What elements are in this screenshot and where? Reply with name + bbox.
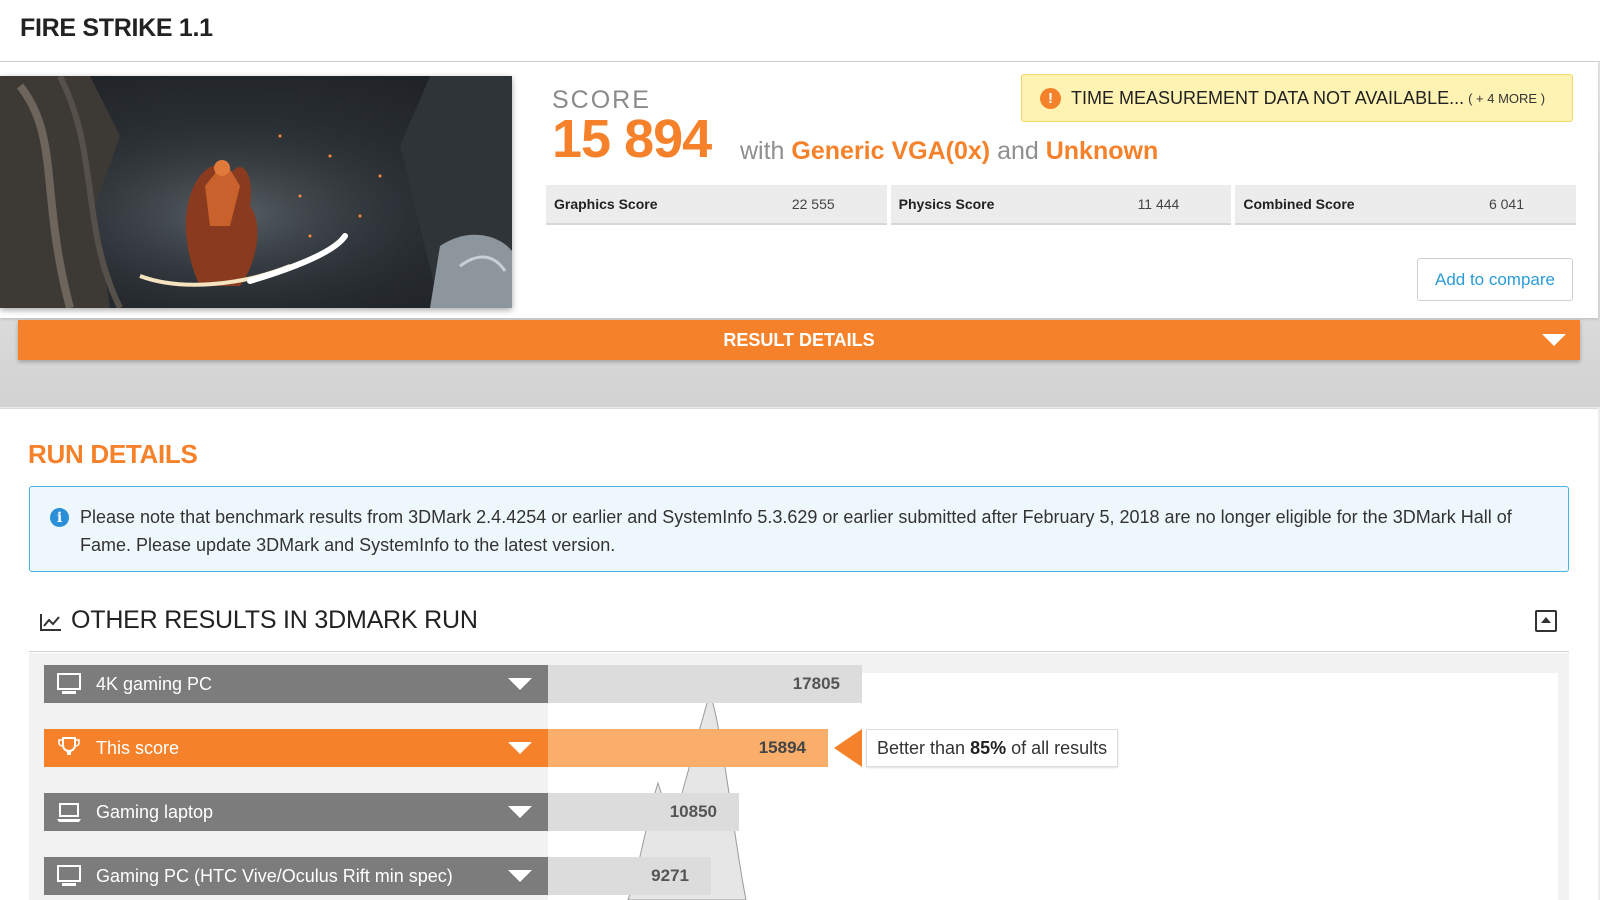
result-details-label: RESULT DETAILS [723,329,875,350]
warning-text: TIME MEASUREMENT DATA NOT AVAILABLE... [1071,87,1465,108]
this-score-pointer [834,729,862,767]
row-bar-vr-min-spec-pc: 9271 [548,857,711,895]
row-value: 15894 [758,738,806,757]
row-bar-4k-gaming-pc: 17805 [548,665,862,703]
info-icon: i [50,508,69,527]
chevron-down-icon [1542,334,1566,346]
better-suffix: of all results [1011,737,1108,758]
benchmark-thumbnail [0,76,512,308]
trophy-icon [58,737,80,755]
result-details-toggle[interactable]: RESULT DETAILS [18,320,1580,360]
run-details-title: RUN DETAILS [28,439,198,469]
row-value: 17805 [792,674,840,693]
chevron-down-icon [508,678,532,690]
physics-score: Physics Score 11 444 [890,185,1232,225]
row-bar-gaming-laptop: 10850 [548,793,739,831]
percentile-callout: Better than 85% of all results [866,729,1119,767]
gpu-link[interactable]: Generic VGA(0x) [791,137,990,165]
row-label-vr-min-spec-pc[interactable]: Gaming PC (HTC Vive/Oculus Rift min spec… [44,857,548,895]
other-results-header: OTHER RESULTS IN 3DMARK RUN [29,600,1569,652]
add-to-compare-button[interactable]: Add to compare [1417,258,1573,301]
chevron-down-icon [508,742,532,754]
row-bar-this-score: 15894 [548,729,828,767]
chevron-down-icon [508,870,532,882]
time-measurement-warning[interactable]: ! TIME MEASUREMENT DATA NOT AVAILABLE...… [1021,74,1573,122]
row-value: 9271 [651,866,689,885]
overall-score: 15 894 [552,109,712,169]
warning-more[interactable]: ( + 4 MORE ) [1468,91,1545,106]
title-bar: FIRE STRIKE 1.1 [0,0,1600,62]
chevron-down-icon [508,806,532,818]
better-prefix: Better than [877,737,966,758]
with-text: with [740,137,785,165]
exclamation-icon: ! [1040,87,1061,109]
graphics-score: Graphics Score 22 555 [546,185,887,225]
row-label-this-score[interactable]: This score [44,729,548,767]
physics-score-value: 11 444 [1137,196,1180,212]
cpu-link[interactable]: Unknown [1046,137,1159,165]
and-text: and [997,137,1039,165]
better-percent: 85% [970,737,1007,758]
score-hardware-line: with Generic VGA(0x) and Unknown [740,137,1158,166]
row-label-text: 4K gaming PC [96,673,213,694]
eligibility-notice: i Please note that benchmark results fro… [29,486,1569,572]
combined-score-value: 6 041 [1488,196,1525,212]
graphics-score-value: 22 555 [791,196,835,212]
row-label-text: Gaming PC (HTC Vive/Oculus Rift min spec… [96,865,453,886]
graphics-score-label: Graphics Score [554,196,658,212]
row-label-gaming-laptop[interactable]: Gaming laptop [44,793,548,831]
other-results-title: OTHER RESULTS IN 3DMARK RUN [71,606,478,634]
row-label-4k-gaming-pc[interactable]: 4K gaming PC [44,665,548,703]
desktop-icon [57,865,81,886]
row-label-text: This score [96,737,180,758]
line-chart-icon [40,614,61,631]
collapse-icon[interactable] [1535,610,1557,632]
desktop-icon [57,673,81,694]
notice-text: Please note that benchmark results from … [80,507,1512,555]
combined-score-label: Combined Score [1243,196,1355,212]
laptop-icon [57,803,81,822]
subscores-row: Graphics Score 22 555 Physics Score 11 4… [546,185,1577,225]
combined-score: Combined Score 6 041 [1235,185,1577,225]
row-value: 10850 [669,802,717,821]
row-label-text: Gaming laptop [96,801,214,822]
page-title: FIRE STRIKE 1.1 [20,14,213,42]
physics-score-label: Physics Score [898,196,995,212]
